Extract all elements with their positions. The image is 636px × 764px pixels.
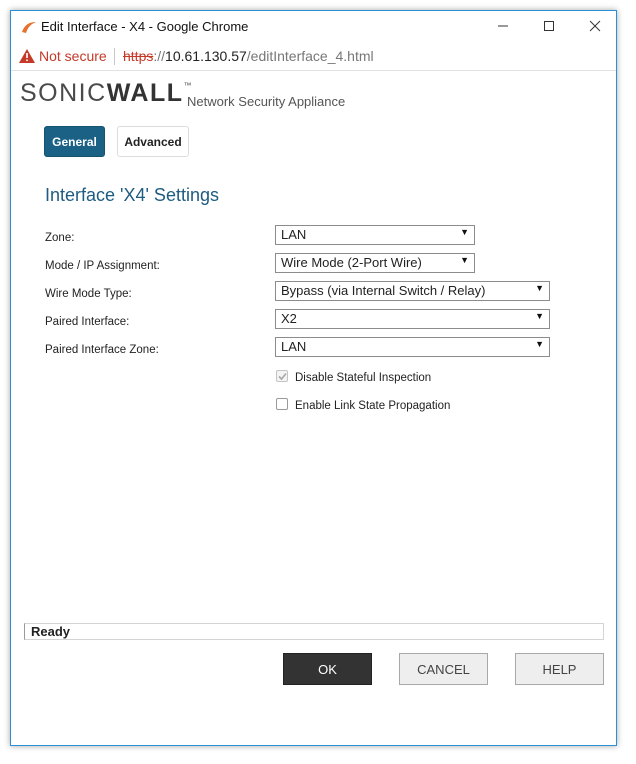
help-button[interactable]: HELP <box>515 653 604 685</box>
status-text: Ready <box>31 624 71 639</box>
dropdown-arrow-icon: ▼ <box>535 311 544 321</box>
cancel-button[interactable]: CANCEL <box>399 653 488 685</box>
status-bar: Ready <box>24 623 604 640</box>
url-text[interactable]: https://10.61.130.57/editInterface_4.htm… <box>123 48 374 64</box>
url-path: /editInterface_4.html <box>246 48 374 64</box>
not-secure-label[interactable]: Not secure <box>39 48 107 64</box>
browser-window: Edit Interface - X4 - Google Chrome Not … <box>10 10 617 746</box>
logo-sonic: SONIC <box>20 79 107 107</box>
dropdown-arrow-icon: ▼ <box>460 255 469 265</box>
checkmark-icon <box>278 372 287 381</box>
app-logo-icon <box>22 22 36 33</box>
paired-interface-label: Paired Interface: <box>45 316 130 328</box>
address-divider <box>114 48 115 65</box>
logo-tm: ™ <box>183 81 194 90</box>
disable-stateful-inspection-label: Disable Stateful Inspection <box>295 372 432 384</box>
mode-label: Mode / IP Assignment: <box>45 260 160 272</box>
ok-button[interactable]: OK <box>283 653 372 685</box>
mode-select-value: Wire Mode (2-Port Wire) <box>281 255 422 270</box>
close-icon <box>589 20 601 32</box>
minimize-icon <box>498 25 508 27</box>
close-button[interactable] <box>572 11 618 41</box>
paired-interface-zone-label: Paired Interface Zone: <box>45 344 159 356</box>
wire-mode-type-select[interactable]: Bypass (via Internal Switch / Relay) ▼ <box>275 281 550 301</box>
url-separator: :// <box>153 48 166 64</box>
logo-wall: WALL <box>106 79 184 107</box>
brand-header: SONICWALL™ Network Security Appliance <box>11 72 616 116</box>
zone-select-value: LAN <box>281 227 307 242</box>
mode-select[interactable]: Wire Mode (2-Port Wire) ▼ <box>275 253 475 273</box>
tab-general[interactable]: General <box>44 126 105 157</box>
zone-label: Zone: <box>45 232 75 244</box>
address-bar[interactable]: Not secure https://10.61.130.57/editInte… <box>11 43 616 71</box>
paired-interface-zone-select[interactable]: LAN ▼ <box>275 337 550 357</box>
wire-mode-type-label: Wire Mode Type: <box>45 288 132 300</box>
paired-interface-zone-value: LAN <box>281 339 307 354</box>
sonicwall-logo: SONICWALL™ <box>20 79 193 108</box>
warning-icon <box>19 49 35 63</box>
zone-select[interactable]: LAN ▼ <box>275 225 475 245</box>
disable-stateful-inspection-checkbox[interactable] <box>276 370 288 382</box>
paired-interface-value: X2 <box>281 311 297 326</box>
enable-link-state-propagation-label: Enable Link State Propagation <box>295 400 451 412</box>
section-title: Interface 'X4' Settings <box>45 185 219 205</box>
wire-mode-type-value: Bypass (via Internal Switch / Relay) <box>281 283 486 298</box>
dropdown-arrow-icon: ▼ <box>535 283 544 293</box>
url-scheme: https <box>123 48 154 64</box>
maximize-icon <box>544 21 554 31</box>
minimize-button[interactable] <box>480 11 526 41</box>
url-host: 10.61.130.57 <box>165 48 247 64</box>
paired-interface-select[interactable]: X2 ▼ <box>275 309 550 329</box>
window-title: Edit Interface - X4 - Google Chrome <box>41 19 249 34</box>
dropdown-arrow-icon: ▼ <box>535 339 544 349</box>
maximize-button[interactable] <box>526 11 572 41</box>
title-bar: Edit Interface - X4 - Google Chrome <box>11 11 616 43</box>
tab-advanced[interactable]: Advanced <box>117 126 189 157</box>
dropdown-arrow-icon: ▼ <box>460 227 469 237</box>
appliance-tagline: Network Security Appliance <box>187 94 346 109</box>
enable-link-state-propagation-checkbox[interactable] <box>276 398 288 410</box>
